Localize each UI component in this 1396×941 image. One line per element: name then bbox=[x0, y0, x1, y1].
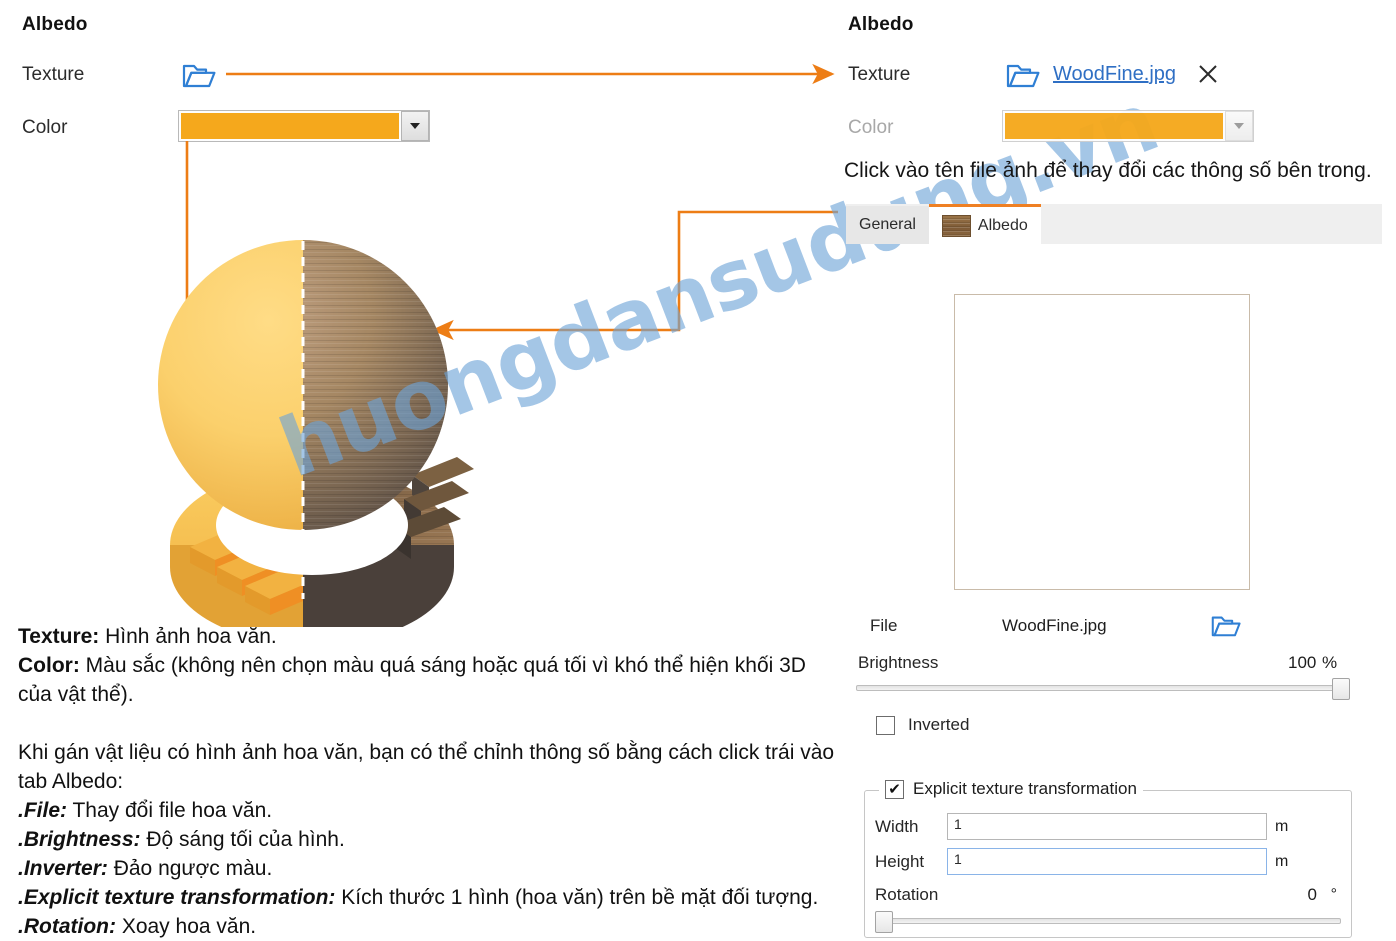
rotation-value: 0 bbox=[1307, 885, 1317, 904]
width-input[interactable]: 1 bbox=[947, 813, 1267, 840]
instruction-note: Click vào tên file ảnh để thay đổi các t… bbox=[844, 159, 1372, 182]
rotation-slider-track[interactable] bbox=[875, 918, 1341, 924]
doc-bullet-1-term: .Brightness: bbox=[18, 828, 141, 851]
height-input[interactable]: 1 bbox=[947, 848, 1267, 875]
doc-bullet-1: .Brightness: Độ sáng tối của hình. bbox=[18, 825, 844, 854]
left-color-combo[interactable] bbox=[178, 110, 430, 142]
doc-spacer bbox=[18, 709, 844, 738]
brightness-value: 100 bbox=[1288, 653, 1317, 672]
right-texture-browse-button[interactable] bbox=[1006, 60, 1040, 90]
folder-open-icon bbox=[1211, 616, 1241, 643]
right-color-swatch bbox=[1005, 113, 1223, 139]
doc-bullet-3-text: Kích thước 1 hình (hoa văn) trên bề mặt … bbox=[335, 886, 819, 909]
doc-bullet-2-text: Đảo ngược màu. bbox=[107, 857, 273, 880]
brightness-slider-track[interactable] bbox=[856, 685, 1350, 691]
width-label: Width bbox=[875, 816, 919, 836]
height-label: Height bbox=[875, 851, 925, 871]
inverted-label: Inverted bbox=[908, 715, 970, 734]
height-unit: m bbox=[1275, 852, 1289, 870]
doc-bullet-3-term: .Explicit texture transformation: bbox=[18, 886, 336, 909]
folder-open-icon bbox=[182, 60, 216, 95]
doc-color-term: Color: bbox=[18, 654, 80, 677]
file-row-label: File bbox=[870, 616, 898, 635]
albedo-texture-chip-icon bbox=[941, 214, 971, 237]
texture-tabstrip: General Albedo bbox=[846, 204, 1382, 244]
doc-bullet-2: .Inverter: Đảo ngược màu. bbox=[18, 854, 844, 883]
doc-texture-term: Texture: bbox=[18, 625, 100, 648]
doc-bullet-2-term: .Inverter: bbox=[18, 857, 108, 880]
doc-bullet-0-text: Thay đổi file hoa văn. bbox=[67, 799, 273, 822]
tab-albedo-label: Albedo bbox=[977, 216, 1028, 234]
left-texture-browse-button[interactable] bbox=[182, 60, 216, 90]
doc-line-color: Color: Màu sắc (không nên chọn màu quá s… bbox=[18, 651, 844, 709]
doc-bullet-4-term: .Rotation: bbox=[18, 915, 116, 938]
texture-preview-image[interactable] bbox=[954, 294, 1250, 590]
right-color-label: Color bbox=[848, 117, 894, 138]
explicit-transform-header[interactable]: ✔ Explicit texture transformation bbox=[879, 779, 1143, 799]
texture-file-link[interactable]: WoodFine.jpg bbox=[1053, 63, 1176, 86]
left-texture-label: Texture bbox=[22, 64, 85, 85]
left-color-label: Color bbox=[22, 117, 68, 138]
inverted-checkbox[interactable] bbox=[876, 715, 895, 735]
brightness-unit: % bbox=[1322, 653, 1338, 672]
brightness-slider[interactable] bbox=[856, 678, 1350, 700]
rotation-slider-thumb[interactable] bbox=[875, 911, 893, 933]
texture-clear-button[interactable] bbox=[1196, 62, 1220, 86]
explicit-transform-checkbox[interactable]: ✔ bbox=[885, 779, 904, 799]
tab-general[interactable]: General bbox=[846, 206, 929, 244]
chevron-down-icon[interactable] bbox=[401, 111, 429, 141]
doc-bullet-4-text: Xoay hoa văn. bbox=[115, 915, 257, 938]
doc-bullet-1-text: Độ sáng tối của hình. bbox=[140, 828, 345, 851]
doc-bullet-4: .Rotation: Xoay hoa văn. bbox=[18, 912, 844, 941]
file-row-value: WoodFine.jpg bbox=[1002, 616, 1107, 635]
left-panel-title: Albedo bbox=[22, 14, 88, 35]
doc-bullet-0: .File: Thay đổi file hoa văn. bbox=[18, 796, 844, 825]
explicit-transform-label: Explicit texture transformation bbox=[913, 779, 1137, 798]
left-color-swatch[interactable] bbox=[181, 113, 399, 139]
close-icon bbox=[1196, 65, 1220, 90]
material-preview-sphere bbox=[112, 207, 522, 627]
width-unit: m bbox=[1275, 817, 1289, 835]
inverted-checkbox-row[interactable]: Inverted bbox=[876, 715, 969, 735]
brightness-label: Brightness bbox=[858, 653, 939, 672]
doc-color-text: Màu sắc (không nên chọn màu quá sáng hoặ… bbox=[18, 654, 806, 706]
right-panel-title: Albedo bbox=[848, 14, 914, 35]
doc-line-texture: Texture: Hình ảnh hoa văn. bbox=[18, 622, 844, 651]
folder-open-icon bbox=[1006, 60, 1040, 95]
tab-general-label: General bbox=[859, 216, 916, 233]
chevron-down-icon bbox=[1225, 111, 1253, 141]
brightness-slider-thumb[interactable] bbox=[1332, 678, 1350, 700]
doc-paragraph: Khi gán vật liệu có hình ảnh hoa văn, bạ… bbox=[18, 741, 835, 793]
file-browse-button[interactable] bbox=[1211, 612, 1241, 639]
doc-bullet-3: .Explicit texture transformation: Kích t… bbox=[18, 883, 844, 912]
explicit-transform-group: ✔ Explicit texture transformation Width … bbox=[864, 779, 1352, 938]
doc-bullet-0-term: .File: bbox=[18, 799, 68, 822]
doc-text-block: Texture: Hình ảnh hoa văn. Color: Màu sắ… bbox=[18, 622, 844, 941]
rotation-unit: ° bbox=[1330, 886, 1337, 903]
tab-albedo[interactable]: Albedo bbox=[928, 204, 1041, 244]
right-texture-label: Texture bbox=[848, 64, 911, 85]
rotation-slider[interactable] bbox=[875, 911, 1341, 933]
rotation-label: Rotation bbox=[875, 885, 939, 904]
right-color-combo[interactable] bbox=[1002, 110, 1254, 142]
doc-texture-text: Hình ảnh hoa văn. bbox=[99, 625, 277, 648]
